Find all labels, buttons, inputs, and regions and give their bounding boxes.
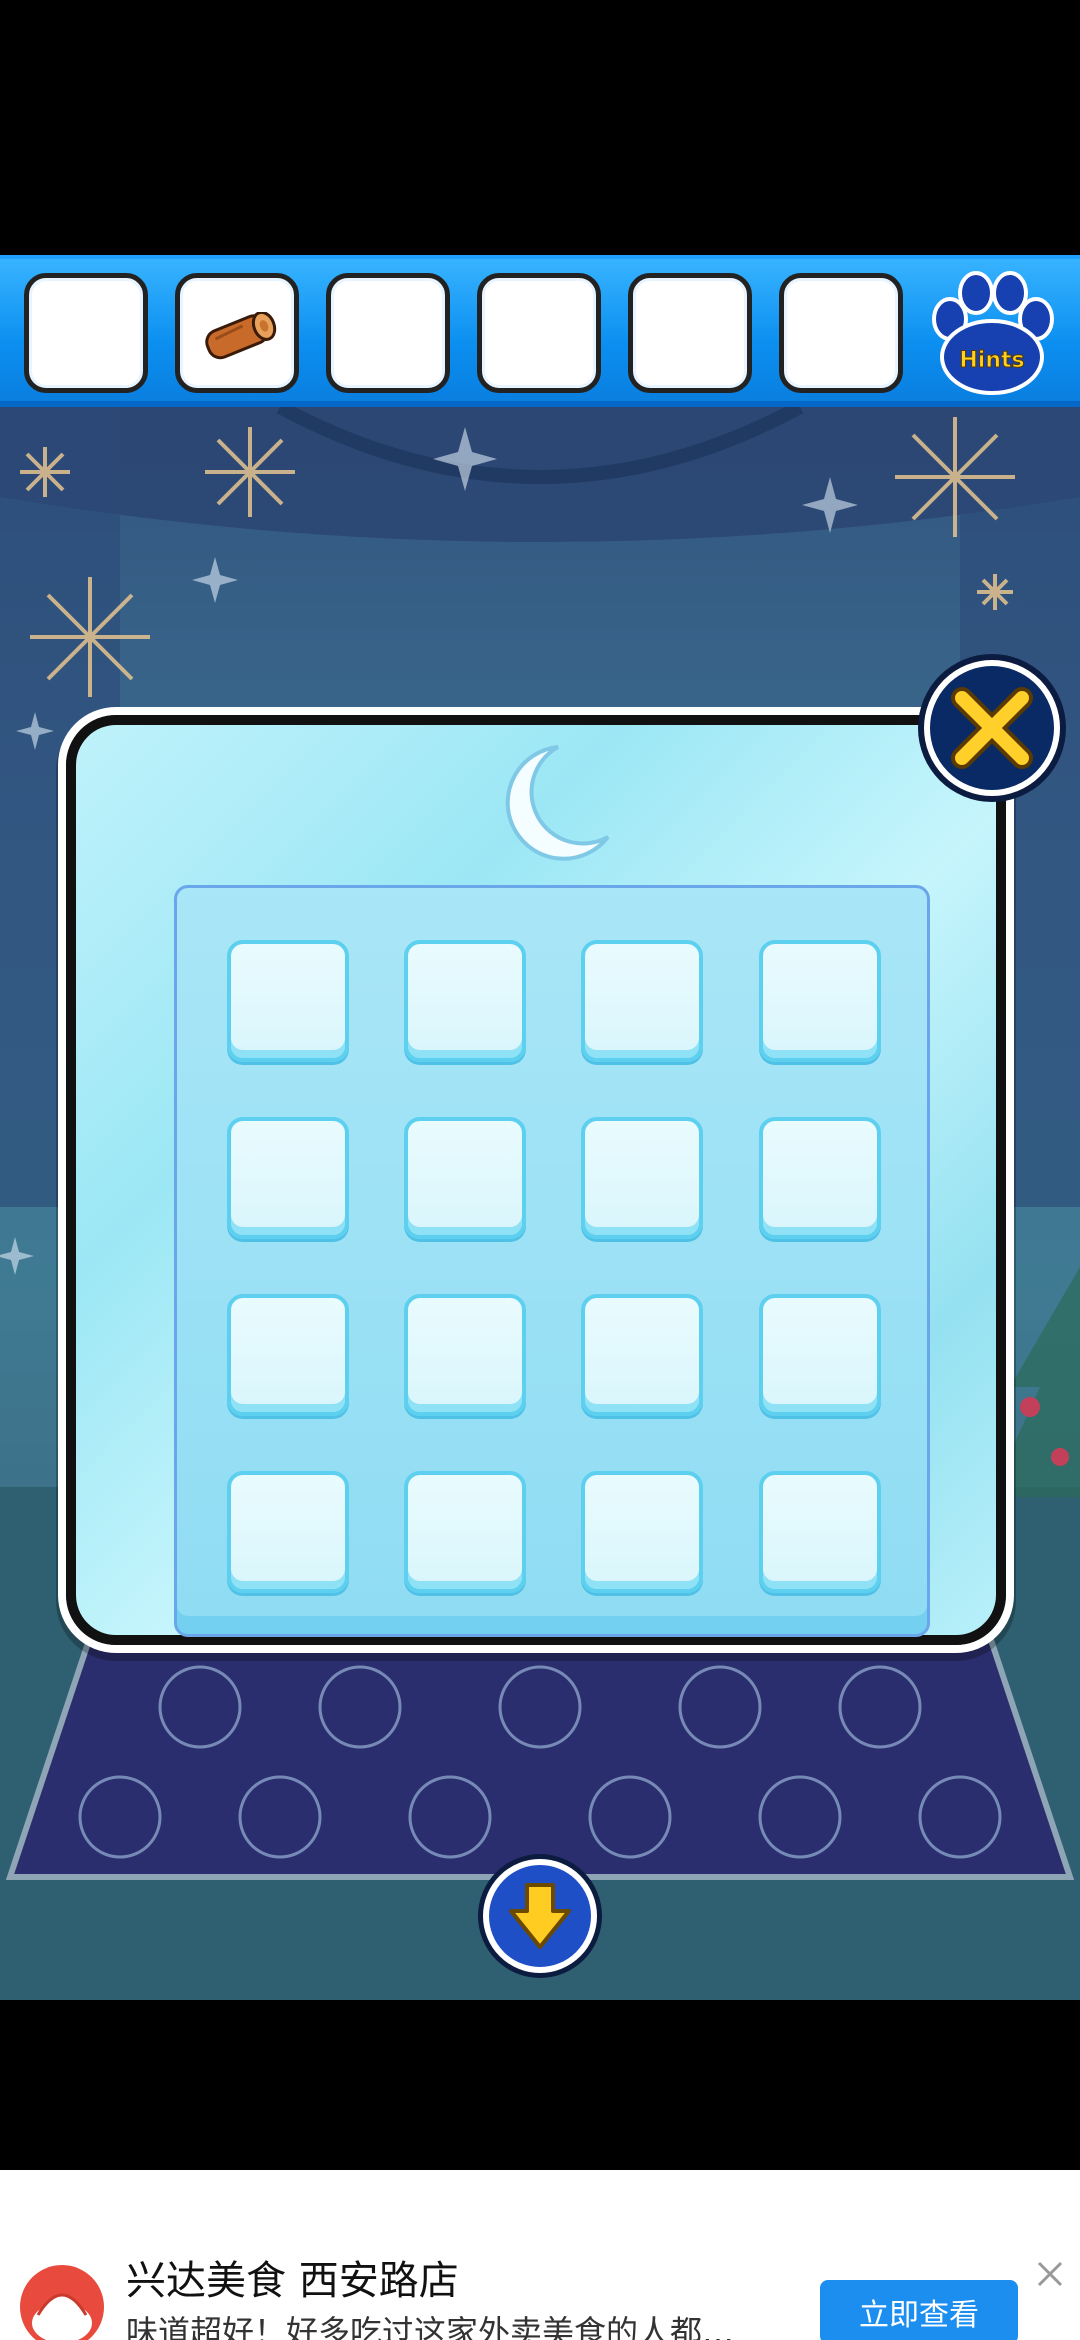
puzzle-panel xyxy=(66,715,1006,1645)
game-screen: Hints 兴达美食 西安路店 味道超好！好多吃过这家外卖美食的人都… 立即查看 xyxy=(0,0,1080,2340)
hints-label: Hints xyxy=(959,348,1024,373)
inventory-slot-1[interactable] xyxy=(24,273,148,393)
puzzle-tile-r1c2[interactable] xyxy=(404,940,526,1062)
puzzle-tile-r2c2[interactable] xyxy=(404,1117,526,1239)
ad-banner[interactable]: 兴达美食 西安路店 味道超好！好多吃过这家外卖美食的人都… 立即查看 xyxy=(0,2170,1080,2340)
close-button[interactable] xyxy=(924,660,1060,796)
ad-close-icon[interactable] xyxy=(1036,2260,1064,2288)
puzzle-tile-r3c2[interactable] xyxy=(404,1294,526,1416)
down-arrow-icon xyxy=(509,1883,571,1949)
puzzle-tile-r1c1[interactable] xyxy=(227,940,349,1062)
inventory-slot-4[interactable] xyxy=(477,273,601,393)
puzzle-tile-r3c4[interactable] xyxy=(759,1294,881,1416)
hints-button[interactable]: Hints xyxy=(924,269,1060,399)
puzzle-tile-r1c3[interactable] xyxy=(581,940,703,1062)
inventory-slot-2[interactable] xyxy=(175,273,299,393)
puzzle-tile-r1c4[interactable] xyxy=(759,940,881,1062)
puzzle-tile-r2c3[interactable] xyxy=(581,1117,703,1239)
tile-grid xyxy=(174,885,930,1637)
puzzle-tile-r4c1[interactable] xyxy=(227,1471,349,1593)
puzzle-tile-r2c4[interactable] xyxy=(759,1117,881,1239)
back-down-button[interactable] xyxy=(483,1859,597,1973)
ad-view-now-button[interactable]: 立即查看 xyxy=(820,2280,1018,2340)
puzzle-tile-r2c1[interactable] xyxy=(227,1117,349,1239)
wooden-log-icon xyxy=(205,312,277,360)
ad-logo-icon xyxy=(20,2265,104,2340)
puzzle-tile-r4c4[interactable] xyxy=(759,1471,881,1593)
crescent-moon-icon xyxy=(505,745,610,861)
close-x-icon xyxy=(951,687,1033,769)
puzzle-tile-r4c2[interactable] xyxy=(404,1471,526,1593)
ad-subtitle: 味道超好！好多吃过这家外卖美食的人都… xyxy=(126,2313,735,2340)
inventory-slot-3[interactable] xyxy=(326,273,450,393)
ad-title: 兴达美食 西安路店 xyxy=(126,2258,459,2304)
inventory-slot-5[interactable] xyxy=(628,273,752,393)
inventory-slot-6[interactable] xyxy=(779,273,903,393)
puzzle-tile-r4c3[interactable] xyxy=(581,1471,703,1593)
paw-icon xyxy=(932,271,1054,395)
inventory-bar: Hints xyxy=(0,255,1080,407)
puzzle-tile-r3c3[interactable] xyxy=(581,1294,703,1416)
puzzle-tile-r3c1[interactable] xyxy=(227,1294,349,1416)
